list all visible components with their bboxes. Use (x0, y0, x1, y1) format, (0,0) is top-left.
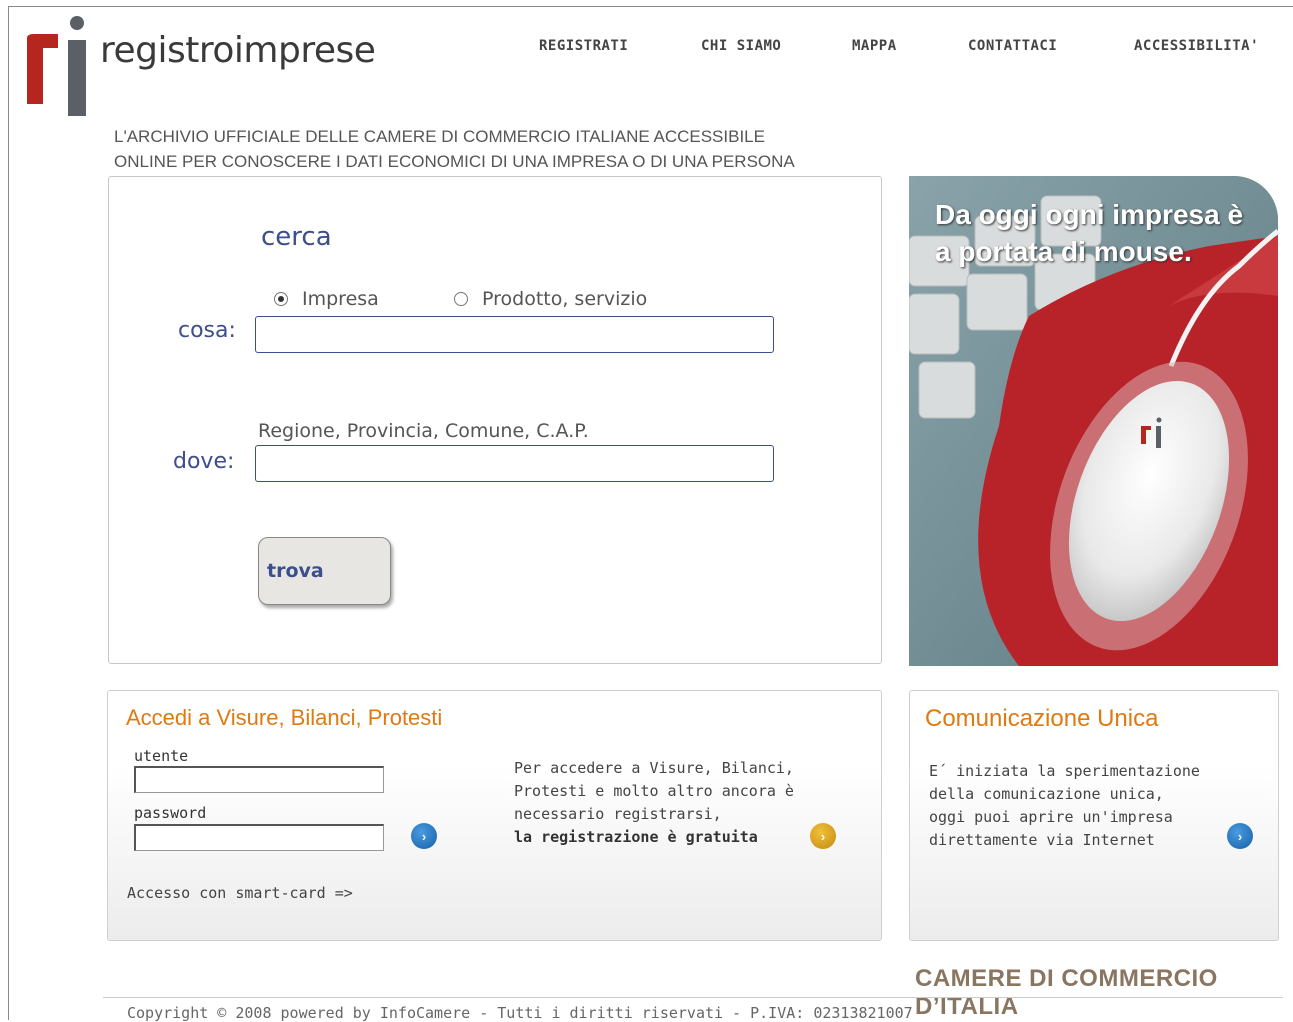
radio-prodotto[interactable]: Prodotto, servizio (454, 288, 647, 310)
registration-info-line-1: Per accedere a Visure, Bilanci, (514, 759, 794, 777)
promo-text: Da oggi ogni impresa è a portata di mous… (935, 196, 1243, 270)
radio-impresa[interactable]: Impresa (274, 288, 379, 310)
radio-impresa-button[interactable] (274, 292, 288, 306)
register-go-button[interactable]: › (810, 823, 836, 849)
tagline: L'ARCHIVIO UFFICIALE DELLE CAMERE DI COM… (114, 124, 894, 174)
chevron-right-icon: › (820, 828, 826, 844)
nav-registrati[interactable]: REGISTRATI (539, 38, 628, 54)
comunicazione-line-1: E´ iniziata la sperimentazione (929, 762, 1200, 780)
promo-line-2: a portata di mouse. (935, 236, 1192, 267)
logo-text[interactable]: registroimprese (100, 30, 376, 71)
tagline-line-1: L'ARCHIVIO UFFICIALE DELLE CAMERE DI COM… (114, 127, 765, 146)
dove-hint: Regione, Provincia, Comune, C.A.P. (258, 420, 589, 442)
comunicazione-line-4: direttamente via Internet (929, 831, 1155, 849)
promo-line-1: Da oggi ogni impresa è (935, 199, 1244, 230)
dove-input[interactable] (255, 445, 774, 482)
registration-info: Per accedere a Visure, Bilanci, Protesti… (514, 757, 794, 849)
chevron-right-icon: › (1237, 828, 1243, 844)
radio-prodotto-label: Prodotto, servizio (482, 288, 648, 310)
login-go-button[interactable]: › (411, 823, 437, 849)
cosa-label: cosa: (178, 318, 236, 343)
password-label: password (134, 804, 207, 822)
cosa-input[interactable] (255, 316, 774, 353)
comunicazione-line-2: della comunicazione unica, (929, 785, 1164, 803)
utente-label: utente (134, 747, 189, 765)
footer-divider (103, 997, 1283, 998)
access-box-title: Accedi a Visure, Bilanci, Protesti (126, 705, 443, 730)
smart-card-link[interactable]: Accesso con smart-card => (127, 884, 353, 902)
nav-chi-siamo[interactable]: CHI SIAMO (701, 38, 781, 54)
dove-label: dove: (173, 449, 235, 474)
comunicazione-line-3: oggi puoi aprire un'impresa (929, 808, 1173, 826)
nav-accessibilita[interactable]: ACCESSIBILITA' (1134, 38, 1259, 54)
nav-contattaci[interactable]: CONTATTACI (968, 38, 1057, 54)
radio-prodotto-button[interactable] (454, 292, 468, 306)
nav-mappa[interactable]: MAPPA (852, 38, 897, 54)
copyright-text: Copyright © 2008 powered by InfoCamere -… (127, 1004, 913, 1022)
search-title: cerca (261, 222, 332, 252)
registroimprese-logo-icon[interactable] (24, 14, 96, 116)
comunicazione-text: E´ iniziata la sperimentazione della com… (929, 760, 1200, 852)
chevron-right-icon: › (421, 828, 427, 844)
trova-button[interactable]: trova (258, 537, 391, 605)
comunicazione-title: Comunicazione Unica (925, 705, 1159, 732)
radio-impresa-label: Impresa (302, 288, 379, 310)
registration-info-line-3: necessario registrarsi, (514, 805, 722, 823)
password-input[interactable] (134, 824, 384, 851)
promo-banner[interactable]: Da oggi ogni impresa è a portata di mous… (909, 176, 1278, 666)
registration-free-text[interactable]: la registrazione è gratuita (514, 826, 794, 849)
registration-info-line-2: Protesti e molto altro ancora è (514, 782, 794, 800)
comunicazione-go-button[interactable]: › (1227, 823, 1253, 849)
tagline-line-2: ONLINE PER CONOSCERE I DATI ECONOMICI DI… (114, 152, 795, 171)
camere-di-commercio-brand[interactable]: CAMERE DI COMMERCIO D’ITALIA (915, 965, 1293, 1021)
utente-input[interactable] (134, 766, 384, 793)
